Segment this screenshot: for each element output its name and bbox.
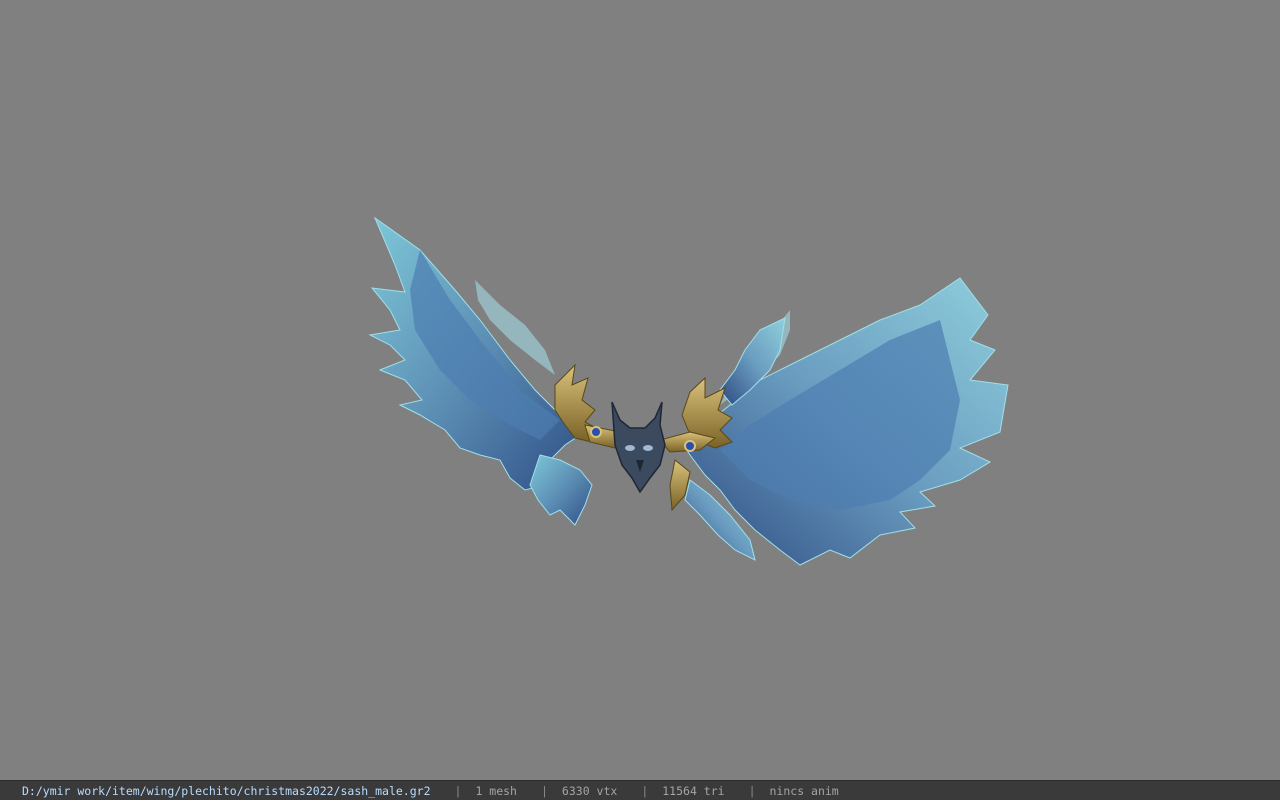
separator: | (540, 783, 548, 798)
animation-status: nincs anim (769, 783, 839, 798)
3d-viewport[interactable] (0, 0, 1280, 780)
left-wing (368, 216, 593, 526)
separator: | (748, 783, 756, 798)
triangle-count: 11564 tri (662, 783, 725, 798)
skull-emblem (611, 401, 666, 494)
mesh-count: 1 mesh (475, 783, 517, 798)
wings-model-render (368, 216, 1009, 566)
file-path: D:/ymir work/item/wing/plechito/christma… (22, 783, 431, 798)
separator: | (641, 783, 649, 798)
vertex-count: 6330 vtx (561, 783, 618, 798)
status-bar: D:/ymir work/item/wing/plechito/christma… (0, 780, 1280, 800)
separator: | (454, 783, 462, 798)
